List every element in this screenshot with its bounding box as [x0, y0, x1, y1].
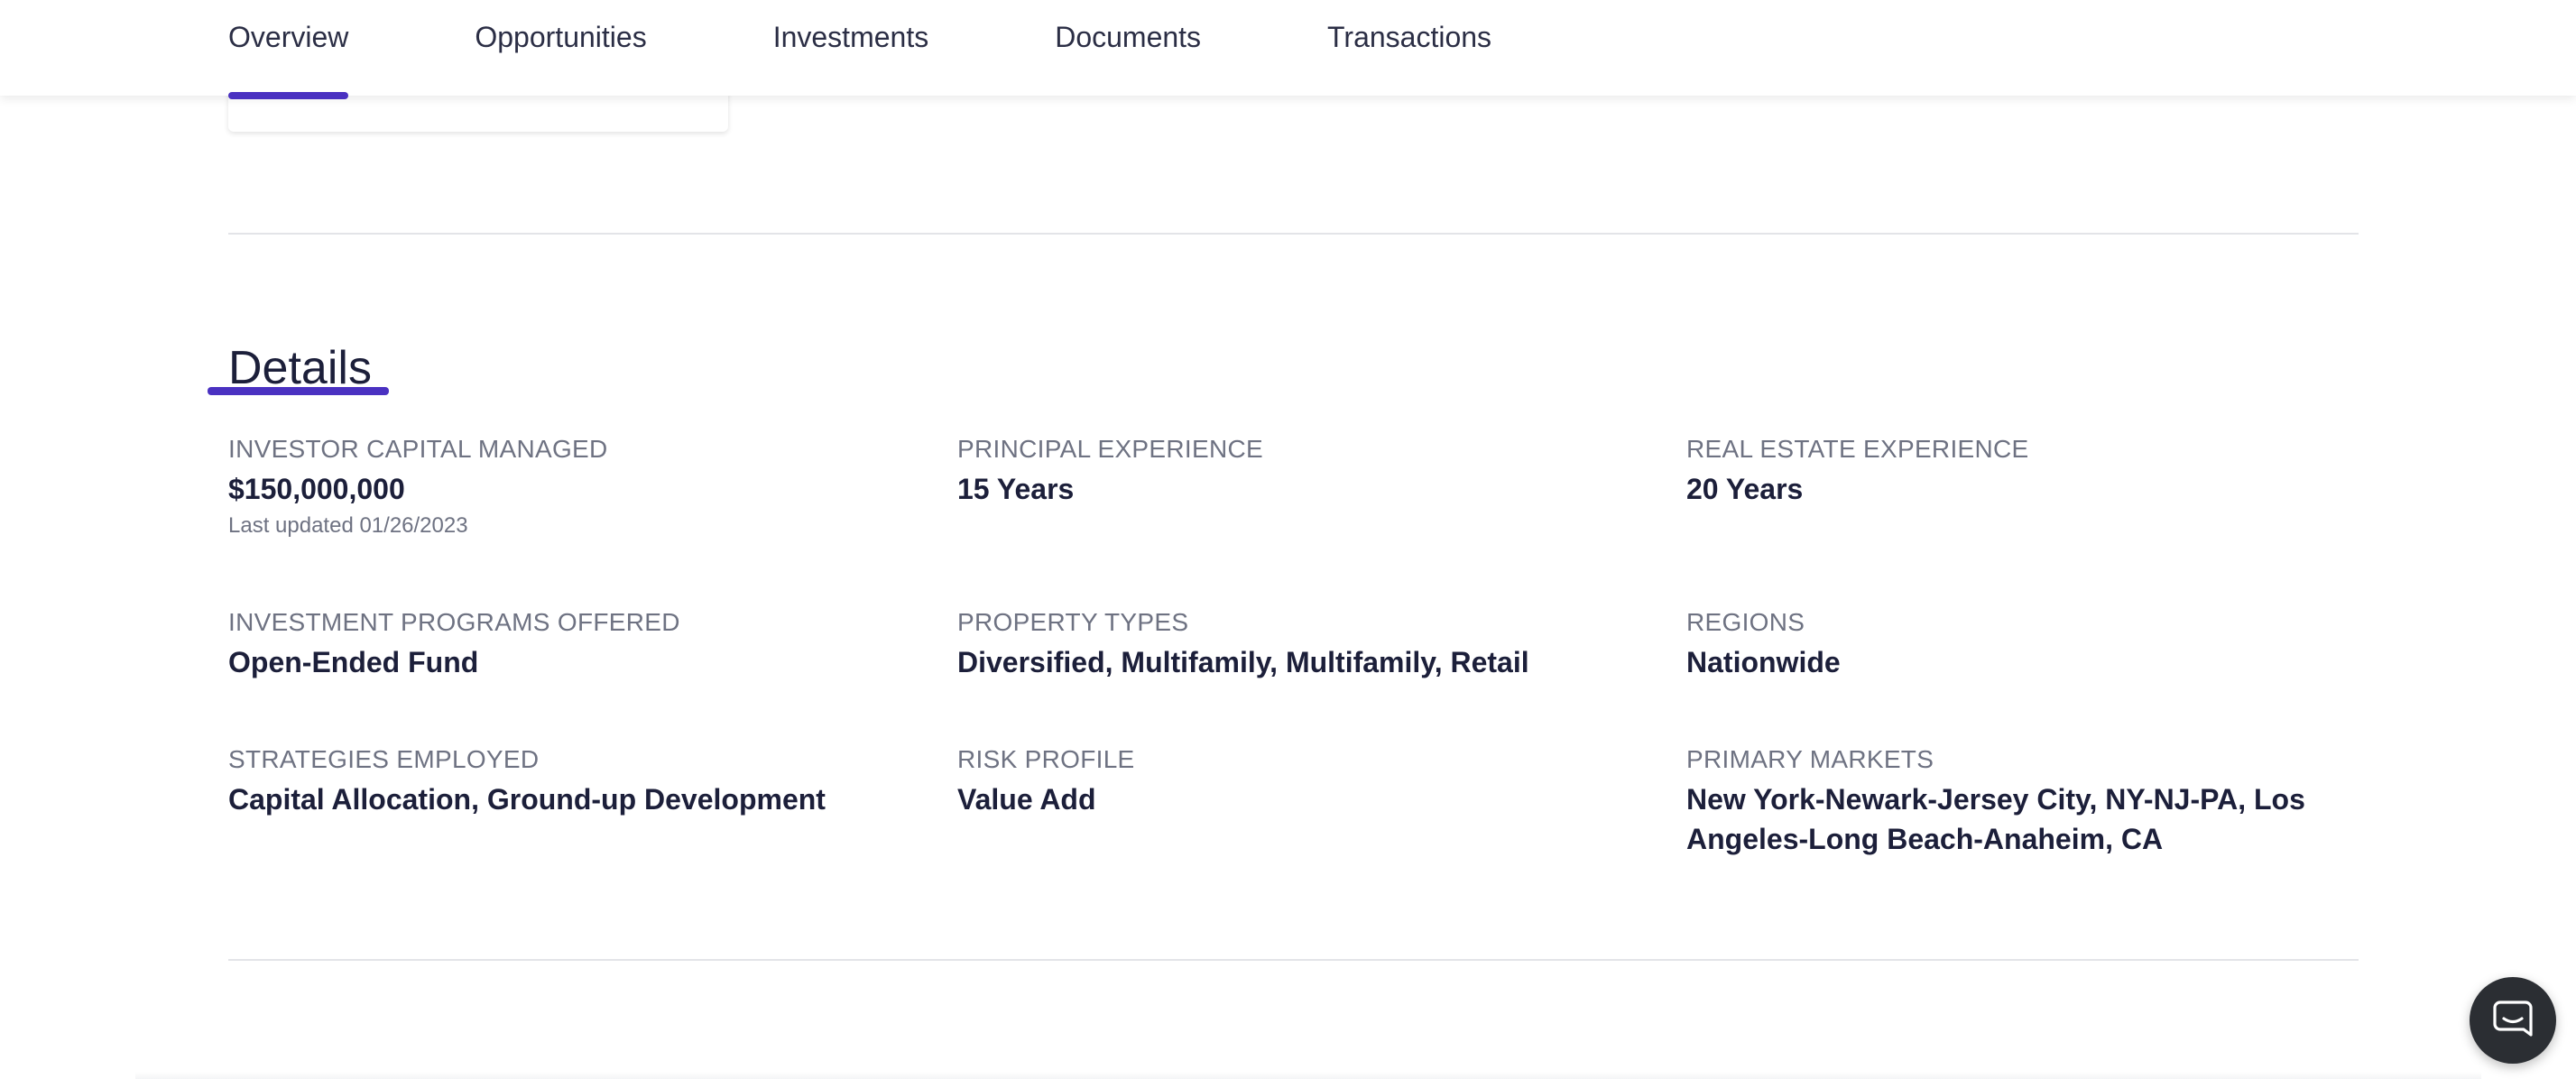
primary-markets-field: PRIMARY MARKETS New York-Newark-Jersey C… [1686, 743, 2372, 859]
field-label: REGIONS [1686, 608, 1805, 636]
field-value: 15 Years [957, 473, 1075, 505]
tab-investments[interactable]: Investments [773, 0, 929, 96]
section-divider-bottom [228, 959, 2359, 961]
field-label: PROPERTY TYPES [957, 608, 1189, 636]
principal-experience-field: PRINCIPAL EXPERIENCE 15 Years [957, 433, 1643, 509]
field-value: Nationwide [1686, 646, 1841, 678]
chat-launcher-button[interactable] [2470, 977, 2556, 1064]
tab-documents-label: Documents [1055, 21, 1202, 53]
field-label: REAL ESTATE EXPERIENCE [1686, 435, 2029, 463]
top-navigation: Overview Opportunities Investments Docum… [0, 0, 2576, 99]
field-value: Diversified, Multifamily, Multifamily, R… [957, 646, 1529, 678]
field-label: INVESTOR CAPITAL MANAGED [228, 435, 608, 463]
tab-opportunities[interactable]: Opportunities [475, 0, 646, 96]
field-label: INVESTMENT PROGRAMS OFFERED [228, 608, 680, 636]
tab-opportunities-label: Opportunities [475, 21, 647, 53]
next-section-edge [135, 1072, 2481, 1079]
field-label: STRATEGIES EMPLOYED [228, 745, 540, 773]
investor-capital-managed-field: INVESTOR CAPITAL MANAGED $150,000,000 La… [228, 433, 914, 541]
investment-programs-field: INVESTMENT PROGRAMS OFFERED Open-Ended F… [228, 606, 914, 682]
tab-investments-label: Investments [772, 21, 929, 53]
risk-profile-field: RISK PROFILE Value Add [957, 743, 1643, 819]
field-value: 20 Years [1686, 473, 1804, 505]
real-estate-experience-field: REAL ESTATE EXPERIENCE 20 Years [1686, 433, 2372, 509]
details-title-underline [208, 387, 389, 395]
section-divider-top [228, 233, 2359, 235]
field-value: New York-Newark-Jersey City, NY-NJ-PA, L… [1686, 783, 2305, 855]
tab-bar: Overview Opportunities Investments Docum… [228, 0, 1618, 99]
field-value: $150,000,000 [228, 473, 405, 505]
field-label: RISK PROFILE [957, 745, 1135, 773]
tab-overview[interactable]: Overview [228, 0, 349, 99]
field-value: Capital Allocation, Ground-up Developmen… [228, 783, 826, 816]
last-updated-note: Last updated 01/26/2023 [228, 513, 468, 538]
property-types-field: PROPERTY TYPES Diversified, Multifamily,… [957, 606, 1643, 682]
field-label: PRIMARY MARKETS [1686, 745, 1934, 773]
regions-field: REGIONS Nationwide [1686, 606, 2372, 682]
field-value: Open-Ended Fund [228, 646, 479, 678]
strategies-employed-field: STRATEGIES EMPLOYED Capital Allocation, … [228, 743, 914, 819]
chat-bubble-icon [2493, 999, 2533, 1043]
tab-transactions[interactable]: Transactions [1327, 0, 1491, 96]
tab-overview-label: Overview [228, 21, 349, 53]
field-label: PRINCIPAL EXPERIENCE [957, 435, 1263, 463]
tab-transactions-label: Transactions [1327, 21, 1492, 53]
field-value: Value Add [957, 783, 1096, 816]
tab-documents[interactable]: Documents [1055, 0, 1201, 96]
active-tab-indicator [228, 92, 349, 99]
